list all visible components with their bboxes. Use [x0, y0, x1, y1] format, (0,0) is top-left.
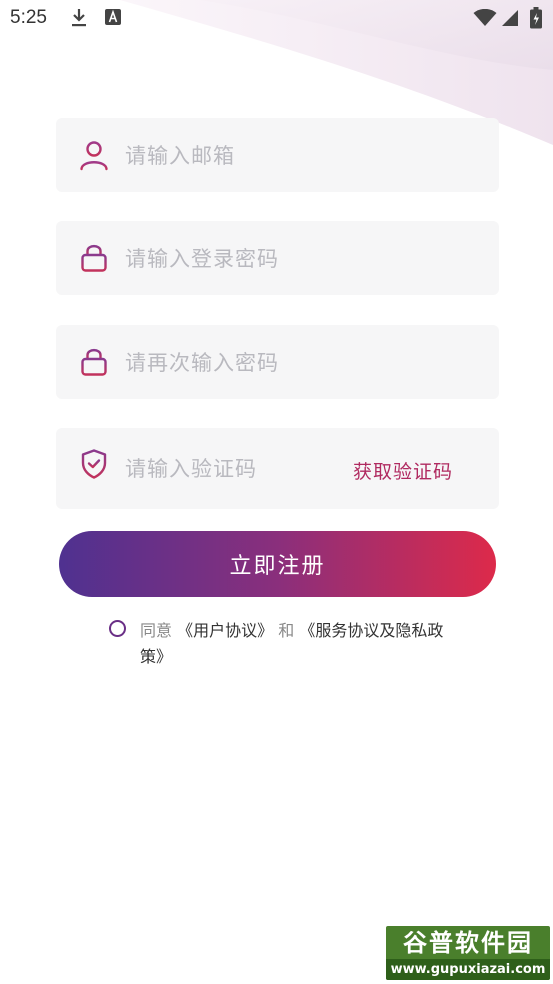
get-code-button[interactable]: 获取验证码 — [353, 457, 453, 484]
password-field[interactable]: 请输入登录密码 — [56, 221, 499, 295]
battery-charging-icon — [530, 7, 542, 29]
user-icon — [80, 141, 108, 171]
email-placeholder: 请输入邮箱 — [125, 144, 235, 168]
watermark-title: 谷普软件园 — [403, 929, 533, 957]
agree-checkbox[interactable] — [109, 620, 126, 637]
wifi-icon — [473, 9, 497, 26]
status-time: 5:25 — [10, 7, 47, 28]
watermark-url: www.gupuxiazai.com — [386, 959, 550, 980]
user-agreement-link[interactable]: 《用户协议》 — [177, 621, 273, 640]
status-bar: 5:25 — [0, 0, 553, 38]
download-icon — [72, 9, 86, 27]
lock-icon — [81, 348, 107, 376]
agreement-and: 和 — [278, 621, 295, 640]
register-button[interactable]: 立即注册 — [59, 531, 496, 597]
lock-icon — [81, 244, 107, 272]
confirm-password-field[interactable]: 请再次输入密码 — [56, 325, 499, 399]
shield-check-icon — [81, 449, 107, 479]
password-placeholder: 请输入登录密码 — [125, 247, 279, 271]
verification-code-field[interactable]: 请输入验证码 获取验证码 — [56, 428, 499, 509]
agreement-text: 同意 《用户协议》 和 《服务协议及隐私政策》 — [140, 618, 450, 670]
confirm-password-placeholder: 请再次输入密码 — [125, 351, 279, 375]
watermark-logo: 谷普软件园 www.gupuxiazai.com — [386, 926, 550, 980]
email-field[interactable]: 请输入邮箱 — [56, 118, 499, 192]
signal-icon — [502, 10, 518, 26]
verification-code-placeholder: 请输入验证码 — [125, 457, 257, 481]
agreement-prefix: 同意 — [140, 621, 173, 640]
notification-a-icon — [105, 9, 121, 25]
